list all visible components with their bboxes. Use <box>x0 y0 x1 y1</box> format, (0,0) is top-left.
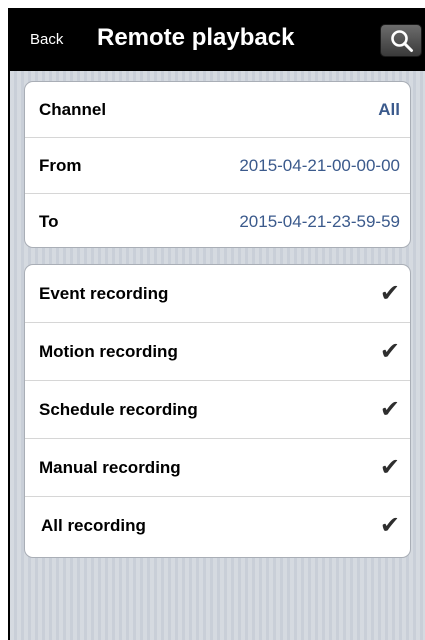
page-title: Remote playback <box>97 24 295 51</box>
schedule-recording-label: Schedule recording <box>39 399 198 419</box>
channel-value: All <box>378 99 400 119</box>
recording-type-group: Event recording ✔ Motion recording ✔ Sch… <box>24 264 411 558</box>
back-button[interactable]: Back <box>30 31 63 48</box>
channel-row[interactable]: Channel All <box>25 82 410 138</box>
search-button[interactable] <box>380 24 422 57</box>
from-label: From <box>39 155 82 175</box>
all-recording-label: All recording <box>41 516 146 535</box>
to-label: To <box>39 212 59 231</box>
app-frame: Back Remote playback Channel All From 20… <box>8 8 425 640</box>
manual-recording-label: Manual recording <box>39 457 181 477</box>
event-recording-label: Event recording <box>39 283 169 303</box>
checkmark-icon: ✔ <box>379 512 400 539</box>
checkmark-icon: ✔ <box>379 279 400 307</box>
to-value: 2015-04-21-23-59-59 <box>239 212 400 231</box>
checkmark-icon: ✔ <box>379 453 400 481</box>
search-icon <box>391 30 413 52</box>
from-value: 2015-04-21-00-00-00 <box>239 155 400 175</box>
checkmark-icon: ✔ <box>379 337 400 365</box>
manual-recording-row[interactable]: Manual recording ✔ <box>25 439 410 497</box>
to-row[interactable]: To 2015-04-21-23-59-59 <box>25 194 410 247</box>
event-recording-row[interactable]: Event recording ✔ <box>25 265 410 323</box>
filter-group: Channel All From 2015-04-21-00-00-00 To … <box>24 81 411 248</box>
checkmark-icon: ✔ <box>379 395 400 423</box>
navigation-bar: Back Remote playback <box>10 10 425 71</box>
motion-recording-row[interactable]: Motion recording ✔ <box>25 323 410 381</box>
all-recording-row[interactable]: All recording ✔ <box>25 497 410 555</box>
schedule-recording-row[interactable]: Schedule recording ✔ <box>25 381 410 439</box>
channel-label: Channel <box>39 99 107 119</box>
from-row[interactable]: From 2015-04-21-00-00-00 <box>25 138 410 194</box>
motion-recording-label: Motion recording <box>39 341 178 361</box>
